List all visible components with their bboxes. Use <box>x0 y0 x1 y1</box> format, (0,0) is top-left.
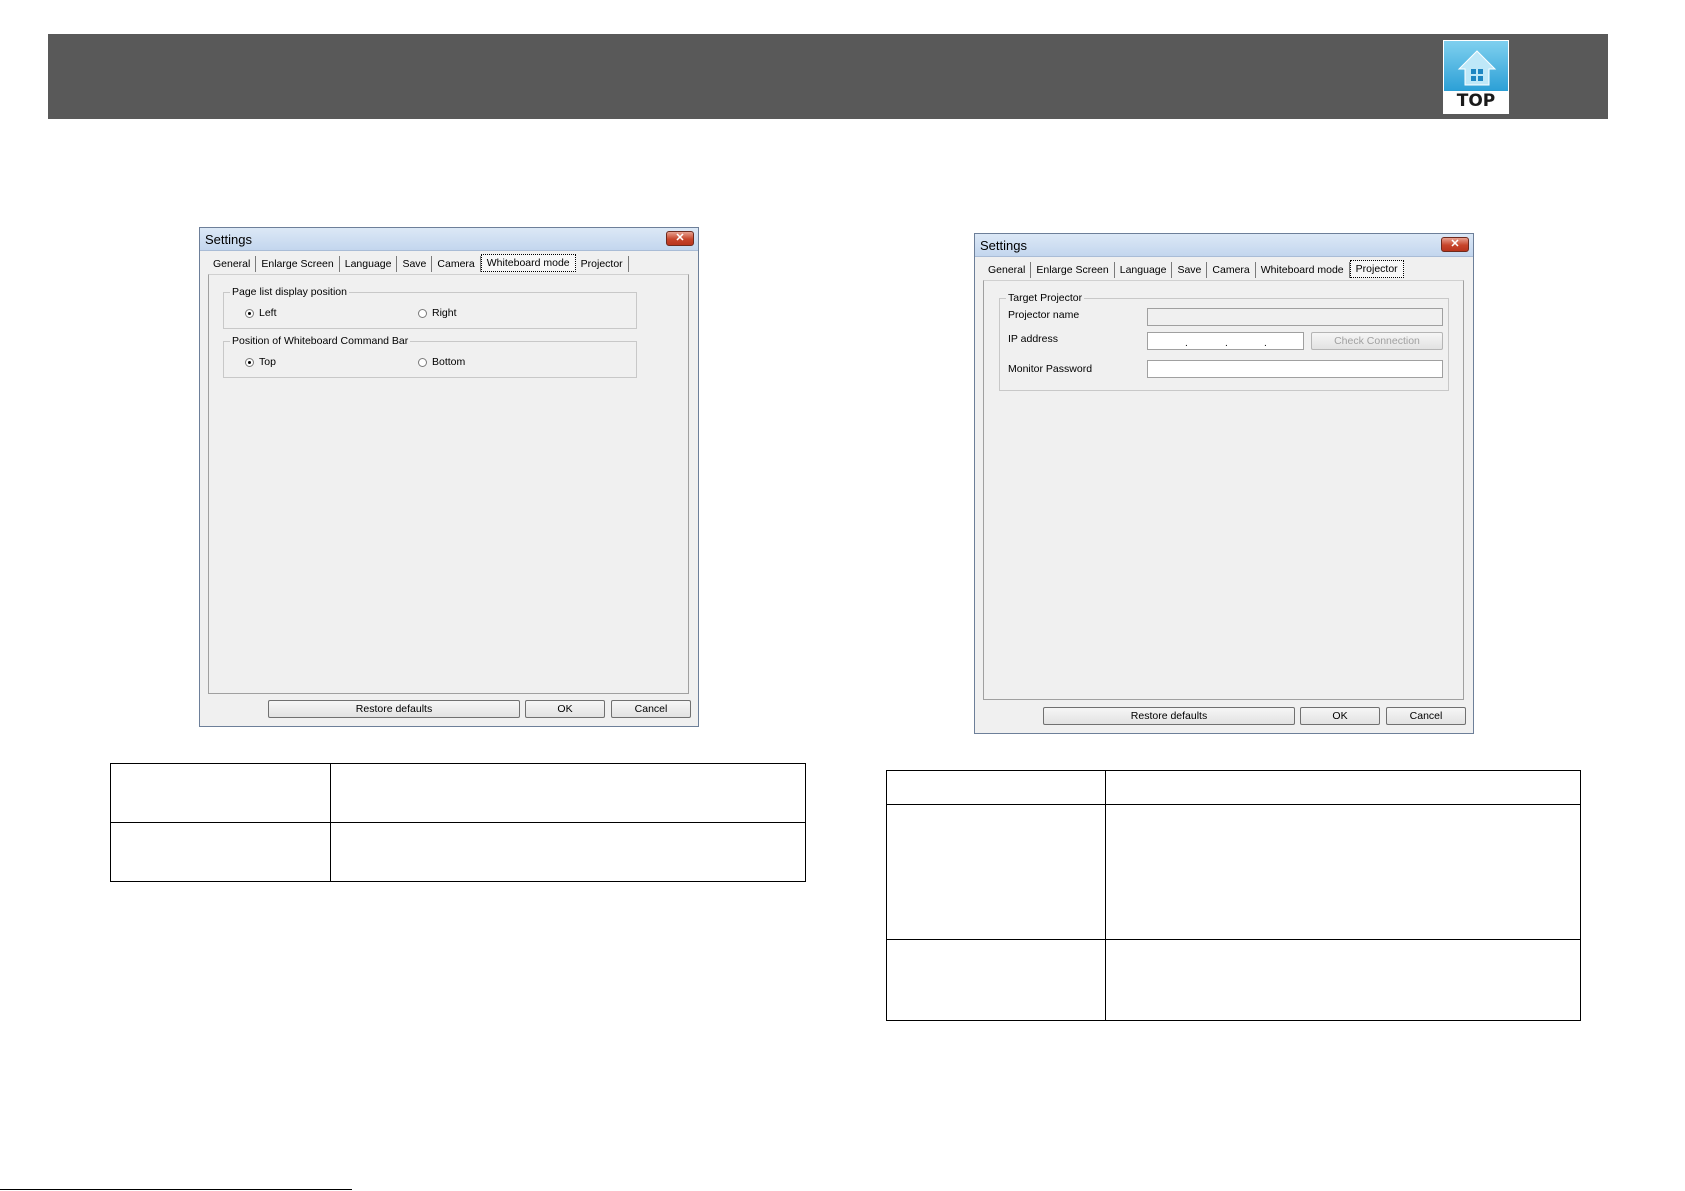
cancel-button[interactable]: Cancel <box>611 700 691 718</box>
group-legend: Position of Whiteboard Command Bar <box>230 335 411 347</box>
tab-save[interactable]: Save <box>397 256 433 272</box>
table-row <box>110 822 806 882</box>
tab-panel-projector: Target Projector Projector name IP addre… <box>983 280 1464 700</box>
tab-general[interactable]: General <box>208 256 257 272</box>
ip-separator: . <box>1264 338 1267 349</box>
close-button[interactable]: ✕ <box>666 231 694 246</box>
table-cell <box>1105 804 1581 940</box>
tab-projector[interactable]: Projector <box>1349 260 1404 278</box>
ok-button[interactable]: OK <box>1300 707 1380 725</box>
restore-defaults-button[interactable]: Restore defaults <box>268 700 520 718</box>
table-cell <box>886 804 1106 940</box>
radio-top[interactable]: Top <box>245 356 276 368</box>
tab-camera[interactable]: Camera <box>1207 262 1256 278</box>
radio-indicator <box>418 357 427 367</box>
radio-indicator <box>418 308 427 318</box>
radio-right[interactable]: Right <box>418 307 457 319</box>
ip-separator: . <box>1185 338 1188 349</box>
tab-whiteboard-mode[interactable]: Whiteboard mode <box>1256 262 1350 278</box>
check-connection-button[interactable]: Check Connection <box>1311 332 1443 350</box>
footer-rule <box>0 1189 352 1190</box>
target-projector-group: Target Projector Projector name IP addre… <box>999 292 1449 391</box>
ok-button[interactable]: OK <box>525 700 605 718</box>
table-row <box>886 804 1581 940</box>
monitor-password-field[interactable] <box>1147 360 1443 378</box>
right-description-table <box>886 770 1581 1021</box>
top-icon-label: TOP <box>1456 91 1496 111</box>
settings-dialog-whiteboard: Settings ✕ General Enlarge Screen Langua… <box>199 227 699 727</box>
radio-left[interactable]: Left <box>245 307 277 319</box>
tab-camera[interactable]: Camera <box>432 256 481 272</box>
tab-enlarge-screen[interactable]: Enlarge Screen <box>1031 262 1115 278</box>
cancel-button[interactable]: Cancel <box>1386 707 1466 725</box>
dialog-title: Settings <box>980 238 1027 253</box>
left-description-table <box>110 763 806 882</box>
tab-save[interactable]: Save <box>1172 262 1208 278</box>
table-cell <box>110 763 331 823</box>
table-cell <box>330 763 806 823</box>
projector-name-label: Projector name <box>1008 309 1080 321</box>
table-row <box>110 763 806 823</box>
radio-label: Top <box>259 356 276 368</box>
table-cell <box>110 822 331 882</box>
dialog-titlebar[interactable]: Settings ✕ <box>975 234 1473 257</box>
page-header-bar <box>48 34 1608 119</box>
table-row <box>886 939 1581 1021</box>
settings-tabs: General Enlarge Screen Language Save Cam… <box>983 260 1404 280</box>
settings-dialog-projector: Settings ✕ General Enlarge Screen Langua… <box>974 233 1474 734</box>
group-legend: Page list display position <box>230 286 349 298</box>
ip-address-field[interactable]: . . . <box>1147 332 1304 350</box>
group-legend: Target Projector <box>1006 292 1085 304</box>
restore-defaults-button[interactable]: Restore defaults <box>1043 707 1295 725</box>
close-button[interactable]: ✕ <box>1441 237 1469 252</box>
settings-tabs: General Enlarge Screen Language Save Cam… <box>208 254 629 274</box>
radio-bottom[interactable]: Bottom <box>418 356 465 368</box>
table-cell <box>330 822 806 882</box>
radio-indicator <box>245 357 254 367</box>
monitor-password-label: Monitor Password <box>1008 363 1093 375</box>
table-row <box>886 770 1581 805</box>
radio-label: Left <box>259 307 277 319</box>
tab-general[interactable]: General <box>983 262 1032 278</box>
radio-label: Bottom <box>432 356 466 368</box>
tab-projector[interactable]: Projector <box>576 256 629 272</box>
table-cell <box>1105 770 1581 805</box>
ip-address-label: IP address <box>1008 333 1059 345</box>
radio-label: Right <box>432 307 457 319</box>
dialog-title: Settings <box>205 232 252 247</box>
projector-name-field[interactable] <box>1147 308 1443 326</box>
top-icon[interactable]: TOP <box>1443 40 1509 114</box>
table-cell <box>1105 939 1581 1021</box>
tab-language[interactable]: Language <box>1115 262 1173 278</box>
page-list-position-group: Page list display position Left Right <box>223 286 637 329</box>
table-cell <box>886 770 1106 805</box>
tab-enlarge-screen[interactable]: Enlarge Screen <box>256 256 340 272</box>
table-cell <box>886 939 1106 1021</box>
command-bar-position-group: Position of Whiteboard Command Bar Top B… <box>223 335 637 378</box>
tab-panel-whiteboard: Page list display position Left Right Po… <box>208 274 689 694</box>
tab-language[interactable]: Language <box>340 256 398 272</box>
tab-whiteboard-mode[interactable]: Whiteboard mode <box>480 254 576 272</box>
dialog-titlebar[interactable]: Settings ✕ <box>200 228 698 251</box>
ip-separator: . <box>1225 338 1228 349</box>
radio-indicator <box>245 308 254 318</box>
house-icon <box>1457 50 1497 86</box>
